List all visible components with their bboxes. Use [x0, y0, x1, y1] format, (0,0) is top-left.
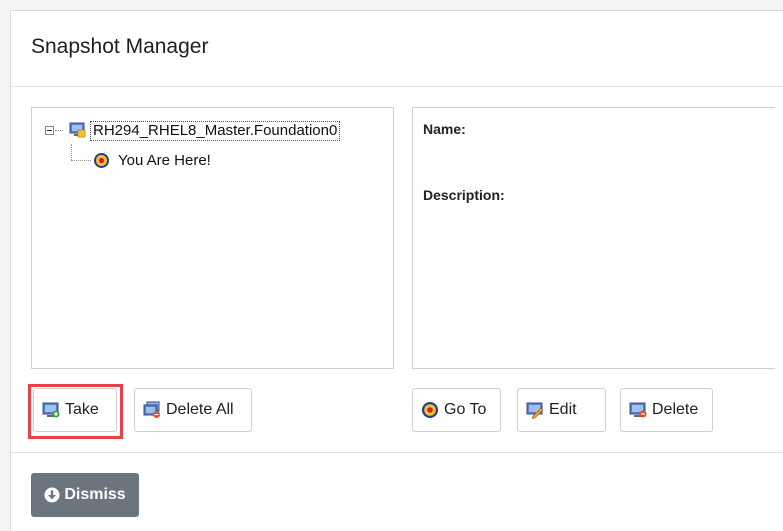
take-snapshot-icon	[42, 402, 60, 418]
tree-connector	[55, 130, 63, 131]
tree-root-item[interactable]: RH294_RHEL8_Master.Foundation0	[90, 121, 341, 141]
delete-button[interactable]: Delete	[620, 388, 713, 432]
tree-connector	[71, 160, 91, 161]
tree-connector	[71, 144, 72, 160]
delete-snapshot-icon	[629, 402, 647, 418]
snapshot-tree-panel[interactable]: RH294_RHEL8_Master.Foundation0 You Are H…	[31, 107, 394, 369]
take-button-label: Take	[65, 401, 99, 418]
snapshot-details-panel: Name: Description:	[412, 107, 775, 369]
description-label: Description:	[423, 187, 505, 203]
name-label: Name:	[423, 121, 466, 137]
go-to-button[interactable]: Go To	[412, 388, 501, 432]
delete-all-snapshots-icon	[143, 401, 160, 418]
collapse-toggle-icon[interactable]	[45, 126, 54, 135]
you-are-here-icon	[94, 153, 109, 168]
tree-current-item[interactable]: You Are Here!	[118, 152, 211, 170]
go-to-target-icon	[422, 402, 438, 418]
dismiss-button-label: Dismiss	[64, 486, 126, 503]
edit-button[interactable]: Edit	[517, 388, 606, 432]
delete-all-button[interactable]: Delete All	[134, 388, 252, 432]
virtual-machine-icon	[69, 122, 86, 138]
dialog-header: Snapshot Manager	[11, 11, 783, 87]
snapshot-manager-dialog: Snapshot Manager RH294_RHEL8_Master.Foun…	[10, 10, 783, 531]
take-button[interactable]: Take	[33, 388, 117, 432]
edit-snapshot-icon	[526, 402, 544, 419]
dismiss-button[interactable]: Dismiss	[31, 473, 139, 517]
arrow-down-circle-icon	[44, 487, 60, 503]
go-to-button-label: Go To	[444, 401, 487, 418]
dialog-title: Snapshot Manager	[31, 35, 209, 58]
delete-button-label: Delete	[652, 401, 699, 418]
delete-all-button-label: Delete All	[166, 401, 234, 418]
edit-button-label: Edit	[549, 401, 577, 418]
footer-divider	[11, 452, 783, 453]
